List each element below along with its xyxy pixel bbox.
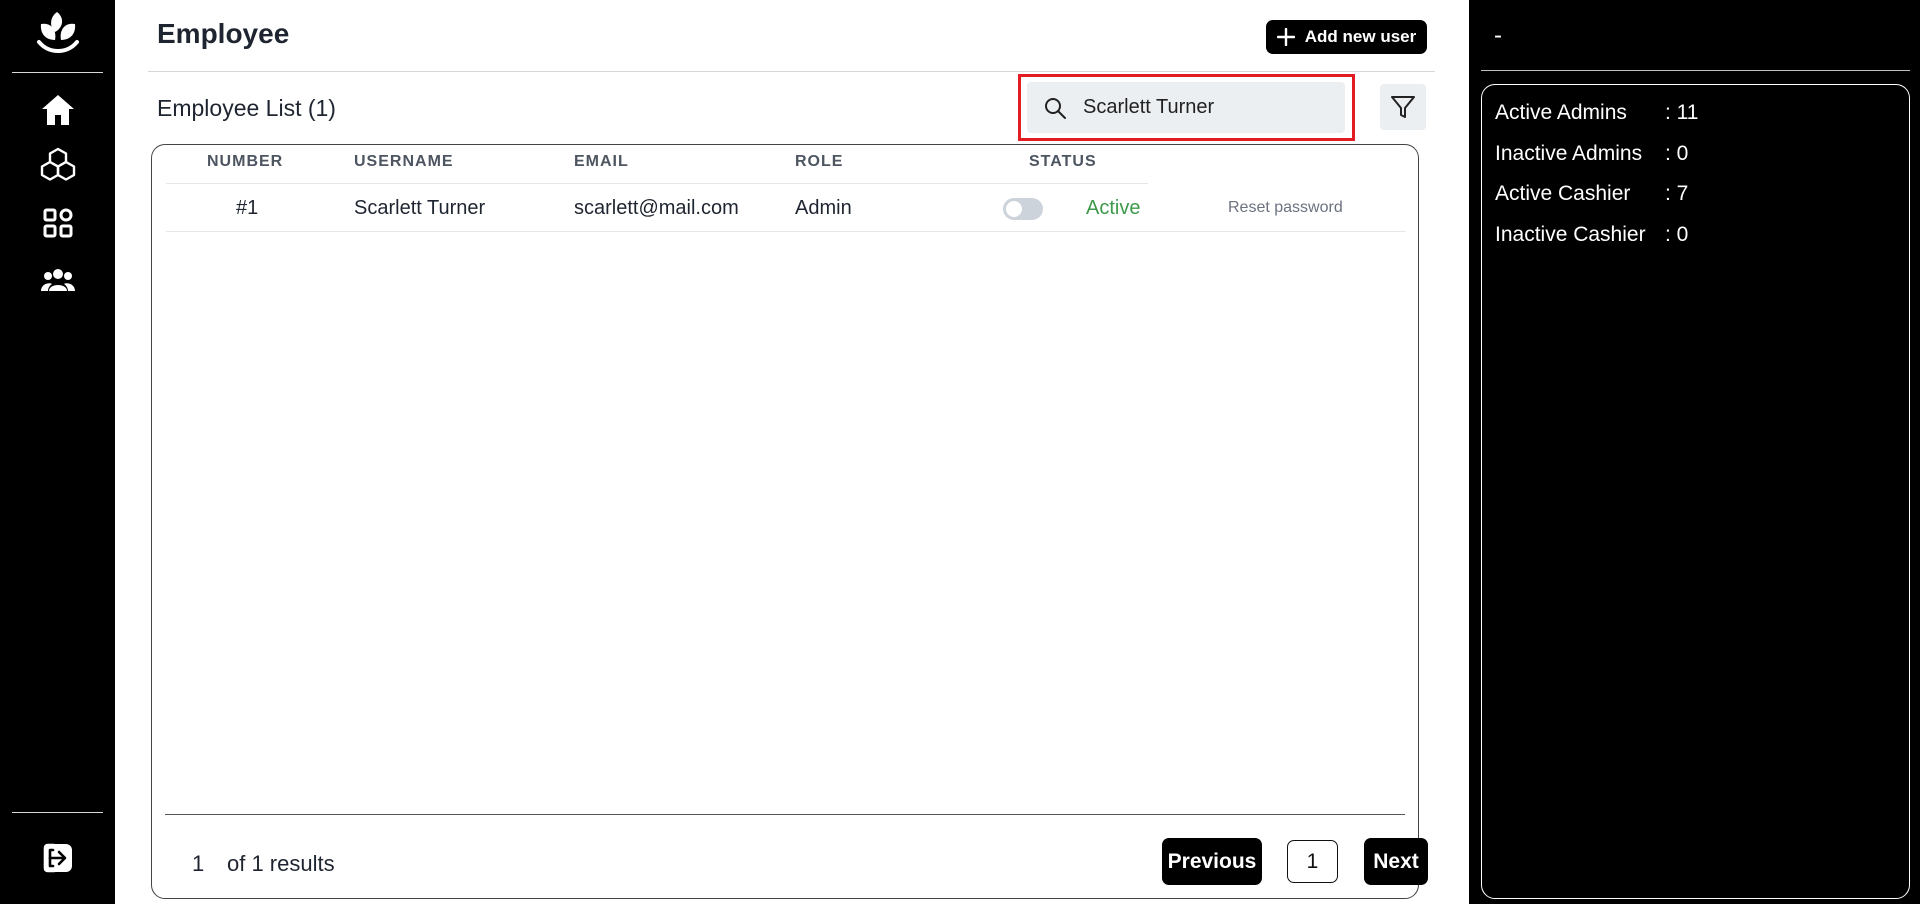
stat-active-cashier: Active Cashier : 7 [1495,182,1688,206]
row-role: Admin [795,197,852,219]
status-text: Active [1086,197,1141,219]
stat-label: Inactive Cashier [1495,223,1646,246]
summary-panel: - Active Admins : 11 Inactive Admins : 0… [1469,0,1920,904]
stat-inactive-admins: Inactive Admins : 0 [1495,142,1688,166]
row-username: Scarlett Turner [354,197,486,219]
status-toggle[interactable] [1003,198,1043,220]
add-new-user-button[interactable]: Add new user [1266,20,1427,54]
filter-icon [1391,96,1415,118]
stat-value: : 11 [1665,101,1699,124]
column-header-username: USERNAME [354,153,454,170]
apps-grid-icon[interactable] [36,203,80,243]
column-header-role: ROLE [795,153,844,170]
stat-active-admins: Active Admins : 11 [1495,101,1698,125]
stat-value: : 7 [1665,182,1689,205]
cubes-icon[interactable] [36,146,80,186]
column-header-email: EMAIL [574,153,629,170]
column-header-status: STATUS [1029,153,1097,170]
row-number: #1 [236,197,259,219]
sidebar-divider-top [12,72,103,73]
next-button[interactable]: Next [1364,838,1428,885]
header-divider [148,71,1435,72]
plus-icon [1276,28,1295,46]
previous-button[interactable]: Previous [1162,838,1262,885]
page-number-button[interactable]: 1 [1287,840,1338,883]
logout-icon[interactable] [36,838,80,878]
home-icon[interactable] [36,90,80,130]
employee-table: NUMBER USERNAME EMAIL ROLE STATUS #1 Sca… [151,144,1428,899]
column-header-number: NUMBER [207,153,284,170]
leaf-logo-icon [35,8,81,58]
search-input[interactable] [1083,96,1323,119]
footer-divider [165,814,1405,815]
stat-value: : 0 [1665,142,1689,165]
stat-label: Active Admins [1495,101,1627,124]
filter-button[interactable] [1380,84,1426,130]
search-box[interactable] [1027,82,1345,133]
add-new-user-label: Add new user [1304,27,1417,46]
stat-value: : 0 [1665,223,1689,246]
users-icon[interactable] [36,260,80,300]
results-count: 1 [192,851,205,876]
employee-list-title: Employee List (1) [157,95,336,121]
row-email: scarlett@mail.com [574,197,739,219]
table-row[interactable]: #1 Scarlett Turner scarlett@mail.com Adm… [166,184,1406,232]
main-panel: Employee Add new user Employee List (1) … [115,0,1469,904]
stat-label: Active Cashier [1495,182,1631,205]
stats-card: Active Admins : 11 Inactive Admins : 0 A… [1481,84,1910,899]
summary-header: - [1494,22,1502,49]
reset-password-link[interactable]: Reset password [1228,199,1343,217]
sidebar-divider-bottom [12,812,103,813]
summary-divider [1481,70,1910,71]
stat-inactive-cashier: Inactive Cashier : 0 [1495,223,1688,247]
page-title: Employee [157,18,290,49]
stat-label: Inactive Admins [1495,142,1643,165]
search-icon [1043,96,1067,120]
results-text: of 1 results [227,851,335,876]
sidebar [0,0,115,904]
